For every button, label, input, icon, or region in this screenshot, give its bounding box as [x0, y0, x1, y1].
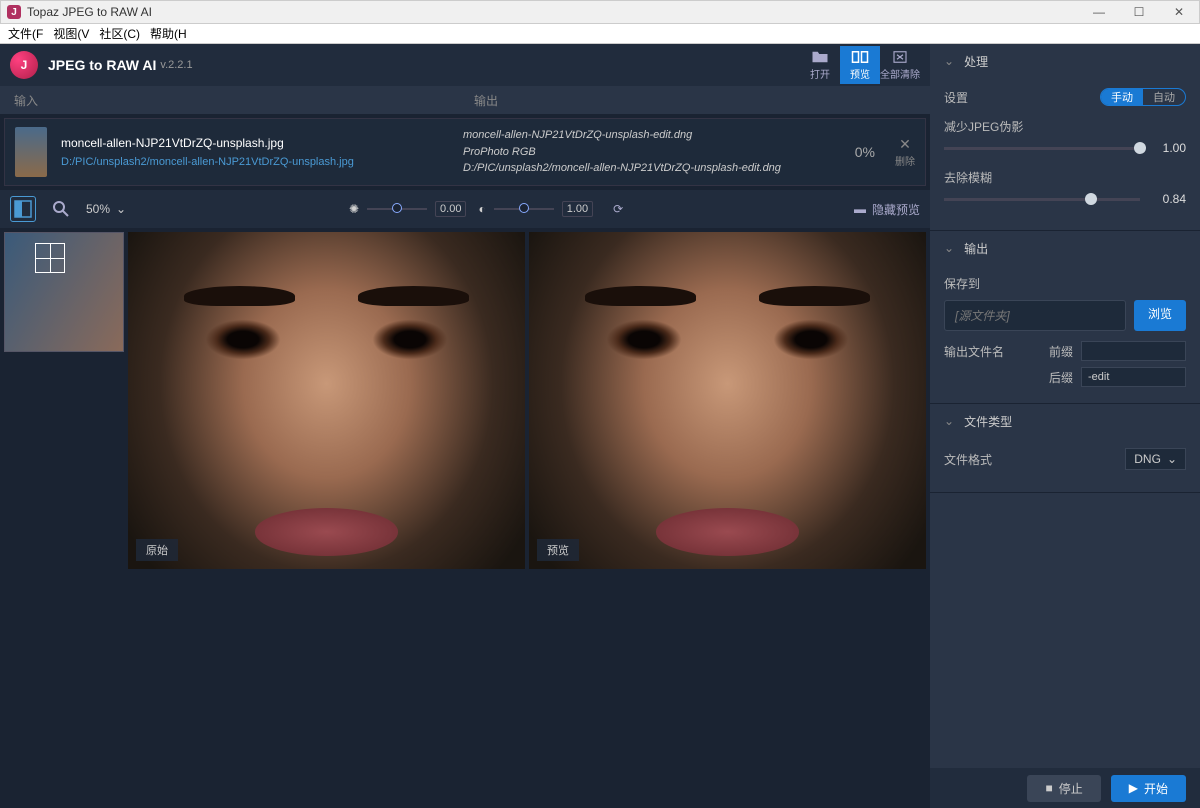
chevron-down-icon: ⌄: [944, 241, 954, 255]
settings-label: 设置: [944, 89, 1100, 106]
window-titlebar: J Topaz JPEG to RAW AI — ☐ ✕: [0, 0, 1200, 24]
settings-panel: ⌄ 处理 设置 手动 自动 减少JPEG伪影 1.00: [930, 44, 1200, 808]
prefix-label: 前缀: [1043, 343, 1073, 360]
window-title: Topaz JPEG to RAW AI: [27, 5, 1079, 19]
output-filename-label: 输出文件名: [944, 343, 1035, 360]
file-thumbnail: [15, 127, 47, 177]
reduce-artifacts-label: 减少JPEG伪影: [944, 118, 1186, 135]
file-list-header: 输入 输出: [0, 86, 930, 114]
preview-area: 原始 预览: [0, 228, 930, 808]
original-label: 原始: [136, 539, 178, 561]
stop-button[interactable]: ■ 停止: [1027, 775, 1100, 802]
app-header: J JPEG to RAW AI v.2.2.1 打开 预览 全部清除: [0, 44, 930, 86]
logo-icon: J: [10, 51, 38, 79]
suffix-label: 后缀: [1043, 369, 1073, 386]
menu-help[interactable]: 帮助(H: [146, 25, 191, 42]
brightness-icon: ✺: [349, 202, 359, 216]
input-filename: moncell-allen-NJP21VtDrZQ-unsplash.jpg: [61, 136, 463, 150]
preview-button[interactable]: 预览: [840, 46, 880, 84]
save-to-label: 保存到: [944, 275, 1186, 292]
file-format-label: 文件格式: [944, 451, 1125, 468]
preview-toolbar: 50% ⌄ ✺ 0.00 ◐ 1.00 ⟳ ▬ 隐藏预览: [0, 190, 930, 228]
minimize-button[interactable]: —: [1079, 1, 1119, 23]
deblur-label: 去除模糊: [944, 169, 1186, 186]
maximize-button[interactable]: ☐: [1119, 1, 1159, 23]
collapse-icon: ▬: [854, 202, 866, 216]
start-button[interactable]: ▶ 开始: [1111, 775, 1186, 802]
folder-icon: [811, 50, 829, 64]
original-image[interactable]: 原始: [128, 232, 525, 569]
magnifier-icon: [53, 201, 69, 217]
brightness-slider[interactable]: ✺ 0.00: [349, 201, 466, 217]
output-section-head[interactable]: ⌄ 输出: [930, 231, 1200, 265]
chevron-down-icon: ⌄: [944, 414, 954, 428]
hide-preview-button[interactable]: ▬ 隐藏预览: [854, 201, 920, 218]
menu-view[interactable]: 视图(V: [49, 25, 93, 42]
zoom-select[interactable]: 50% ⌄: [86, 202, 126, 216]
menubar: 文件(F 视图(V 社区(C) 帮助(H: [0, 24, 1200, 44]
preview-label: 预览: [537, 539, 579, 561]
col-input: 输入: [0, 92, 460, 109]
browse-button[interactable]: 浏览: [1134, 300, 1186, 331]
col-output: 输出: [460, 92, 930, 109]
deblur-slider[interactable]: [944, 198, 1140, 201]
play-icon: ▶: [1129, 781, 1138, 795]
navigator-viewport[interactable]: [35, 243, 65, 273]
save-path-box[interactable]: [源文件夹]: [944, 300, 1126, 331]
clear-all-button[interactable]: 全部清除: [880, 46, 920, 84]
chevron-down-icon: ⌄: [1167, 452, 1177, 466]
input-filepath[interactable]: D:/PIC/unsplash2/moncell-allen-NJP21VtDr…: [61, 156, 463, 168]
split-icon: [14, 200, 32, 218]
output-filename: moncell-allen-NJP21VtDrZQ-unsplash-edit.…: [463, 127, 835, 144]
stop-icon: ■: [1045, 781, 1052, 795]
bottom-bar: ■ 停止 ▶ 开始: [930, 768, 1200, 808]
close-icon: ✕: [899, 136, 911, 153]
reduce-artifacts-slider[interactable]: [944, 147, 1140, 150]
split-view-button[interactable]: [10, 196, 36, 222]
contrast-icon: ◐: [478, 202, 485, 216]
open-button[interactable]: 打开: [800, 46, 840, 84]
navigator-thumbnail[interactable]: [4, 232, 124, 352]
output-colorspace: ProPhoto RGB: [463, 144, 835, 161]
mode-toggle[interactable]: 手动 自动: [1100, 88, 1186, 106]
gamma-slider[interactable]: ◐ 1.00: [478, 201, 593, 217]
delete-file-button[interactable]: ✕ 删除: [895, 136, 915, 168]
prefix-input[interactable]: [1081, 341, 1186, 361]
chevron-down-icon: ⌄: [116, 202, 126, 216]
menu-community[interactable]: 社区(C): [95, 25, 144, 42]
file-format-select[interactable]: DNG ⌄: [1125, 448, 1186, 470]
app-version: v.2.2.1: [160, 59, 192, 71]
refresh-button[interactable]: ⟳: [605, 196, 631, 222]
clear-icon: [891, 50, 909, 64]
processing-section-head[interactable]: ⌄ 处理: [930, 44, 1200, 78]
app-title: JPEG to RAW AI: [48, 57, 156, 73]
filetype-section-head[interactable]: ⌄ 文件类型: [930, 404, 1200, 438]
file-row[interactable]: moncell-allen-NJP21VtDrZQ-unsplash.jpg D…: [4, 118, 926, 186]
chevron-down-icon: ⌄: [944, 54, 954, 68]
close-button[interactable]: ✕: [1159, 1, 1199, 23]
output-filepath: D:/PIC/unsplash2/moncell-allen-NJP21VtDr…: [463, 160, 835, 177]
preview-icon: [851, 50, 869, 64]
zoom-tool-button[interactable]: [48, 196, 74, 222]
app-icon: J: [7, 5, 21, 19]
progress-percent: 0%: [855, 144, 875, 160]
refresh-icon: ⟳: [613, 202, 623, 216]
menu-file[interactable]: 文件(F: [4, 25, 47, 42]
suffix-input[interactable]: [1081, 367, 1186, 387]
preview-image[interactable]: 预览: [529, 232, 926, 569]
